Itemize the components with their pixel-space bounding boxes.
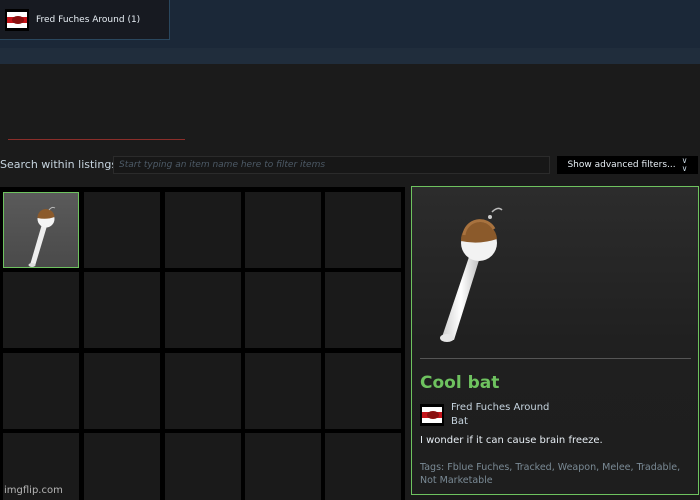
search-input[interactable] [113, 156, 550, 174]
inventory-grid [0, 187, 405, 500]
inventory-slot[interactable] [84, 433, 160, 500]
item-game-name: Fred Fuches Around [451, 402, 550, 413]
game-tab-label: Fred Fuches Around (1) [36, 14, 141, 25]
game-flag-icon [420, 404, 444, 426]
inventory-slot[interactable] [245, 192, 321, 268]
search-row: Search within listings: Show advanced fi… [0, 154, 700, 176]
search-label: Search within listings: [0, 158, 121, 171]
inventory-slot[interactable] [84, 353, 160, 429]
inventory-slot[interactable] [84, 192, 160, 268]
top-strip [0, 48, 700, 64]
inventory-slot[interactable] [325, 272, 401, 348]
item-large-image [412, 187, 698, 352]
detail-separator [420, 358, 691, 359]
game-tab[interactable]: Fred Fuches Around (1) [0, 0, 170, 40]
item-detail-panel: Cool bat Fred Fuches Around Bat I wonder… [411, 186, 699, 495]
inventory-slot[interactable] [3, 272, 79, 348]
inventory-slot[interactable] [325, 433, 401, 500]
inventory-slot[interactable] [165, 272, 241, 348]
item-description: I wonder if it can cause brain freeze. [420, 435, 603, 446]
section-divider [8, 139, 185, 140]
item-type: Bat [451, 416, 468, 427]
inventory-slot[interactable] [165, 353, 241, 429]
item-tags: Tags: Fblue Fuches, Tracked, Weapon, Mel… [420, 462, 681, 486]
double-chevron-down-icon: ∨ ∨ [681, 156, 688, 173]
bat-icon [4, 206, 78, 271]
inventory-slot[interactable] [165, 192, 241, 268]
inventory-slot[interactable] [245, 433, 321, 500]
inventory-slot[interactable] [245, 353, 321, 429]
inventory-slot[interactable] [325, 192, 401, 268]
inventory-slot[interactable] [84, 272, 160, 348]
inventory-slot[interactable] [325, 353, 401, 429]
advanced-filters-button[interactable]: Show advanced filters... ∨ ∨ [557, 156, 698, 174]
watermark: imgflip.com [4, 485, 63, 496]
inventory-slot[interactable] [245, 272, 321, 348]
game-flag-icon [5, 8, 29, 31]
inventory-slot[interactable] [3, 192, 79, 268]
inventory-slot[interactable] [165, 433, 241, 500]
item-name: Cool bat [420, 373, 500, 393]
inventory-slot[interactable] [3, 353, 79, 429]
